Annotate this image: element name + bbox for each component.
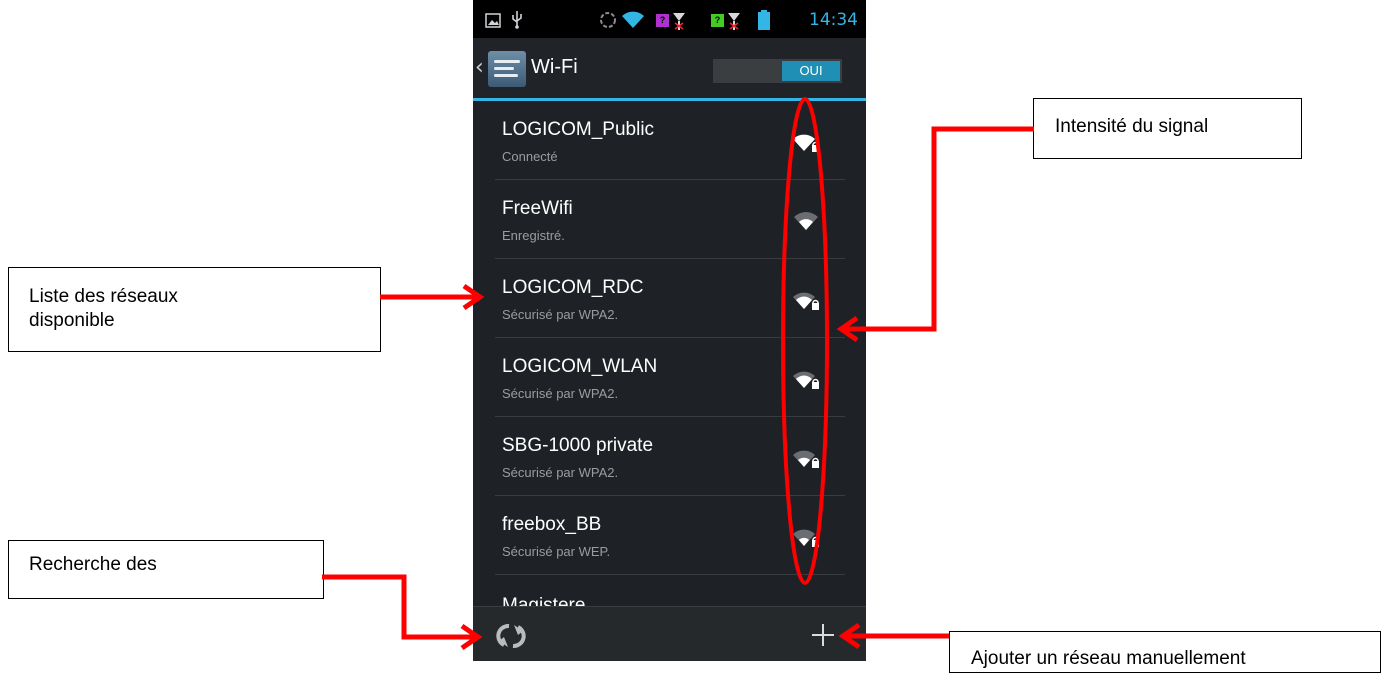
network-name: LOGICOM_RDC bbox=[502, 277, 644, 298]
network-name: LOGICOM_Public bbox=[502, 119, 655, 140]
callout-text: Recherche des bbox=[29, 554, 157, 575]
battery-icon bbox=[758, 10, 770, 30]
gallery-icon bbox=[485, 13, 501, 28]
signal-arrow bbox=[843, 126, 1034, 332]
wifi-lock-icon bbox=[793, 450, 819, 468]
wifi-settings-app-icon[interactable] bbox=[488, 51, 526, 87]
phone-screen: ? ? 14:34 ‹ Wi-Fi OUI LOGICOM_Public Con… bbox=[473, 0, 866, 661]
network-name: freebox_BB bbox=[502, 514, 602, 535]
network-item[interactable]: freebox_BB Sécurisé par WEP. bbox=[473, 496, 866, 575]
signal-sim1-icon bbox=[673, 13, 685, 30]
clock: 14:34 bbox=[809, 10, 858, 30]
search-arrow bbox=[322, 574, 476, 640]
plus-icon[interactable] bbox=[811, 623, 835, 647]
network-item[interactable]: SBG-1000 private Sécurisé par WPA2. bbox=[473, 417, 866, 496]
refresh-icon[interactable] bbox=[495, 621, 527, 651]
sim1-badge: ? bbox=[656, 14, 669, 27]
callout-text: Liste des réseaux bbox=[29, 286, 178, 307]
signal-sim2-icon bbox=[728, 13, 740, 30]
bottom-bar bbox=[473, 606, 866, 661]
callout-add-network: Ajouter un réseau manuellement bbox=[949, 631, 1381, 673]
wifi-toggle-on-label: OUI bbox=[782, 61, 840, 81]
wifi-lock-icon bbox=[793, 134, 819, 152]
network-status: Sécurisé par WPA2. bbox=[502, 465, 619, 480]
callout-signal-strength: Intensité du signal bbox=[1033, 98, 1302, 159]
network-name: LOGICOM_WLAN bbox=[502, 356, 658, 377]
network-status: Sécurisé par WPA2. bbox=[502, 307, 619, 322]
wifi-lock-icon bbox=[793, 529, 819, 547]
network-status: Sécurisé par WEP. bbox=[502, 544, 611, 559]
callout-network-list: Liste des réseaux disponible bbox=[8, 267, 381, 352]
status-bar: ? ? 14:34 bbox=[473, 0, 866, 38]
page-title: Wi-Fi bbox=[531, 56, 578, 78]
network-item[interactable]: LOGICOM_Public Connecté bbox=[473, 101, 866, 180]
divider bbox=[495, 574, 845, 575]
callout-search: Recherche des bbox=[8, 540, 324, 599]
wifi-status-icon bbox=[622, 11, 644, 28]
sim2-badge: ? bbox=[711, 14, 724, 27]
wifi-toggle[interactable]: OUI bbox=[713, 59, 842, 83]
network-item[interactable]: LOGICOM_RDC Sécurisé par WPA2. bbox=[473, 259, 866, 338]
network-name: FreeWifi bbox=[502, 198, 573, 219]
wifi-lock-icon bbox=[793, 292, 819, 310]
network-status: Enregistré. bbox=[502, 228, 565, 243]
callout-text: disponible bbox=[29, 310, 115, 331]
network-name: SBG-1000 private bbox=[502, 435, 654, 456]
callout-text: Ajouter un réseau manuellement bbox=[971, 648, 1246, 669]
network-status: Connecté bbox=[502, 149, 558, 164]
usb-icon bbox=[512, 11, 522, 29]
network-item[interactable]: LOGICOM_WLAN Sécurisé par WPA2. bbox=[473, 338, 866, 417]
action-bar: ‹ Wi-Fi OUI bbox=[473, 38, 866, 101]
network-item[interactable]: FreeWifi Enregistré. bbox=[473, 180, 866, 259]
wifi-icon bbox=[794, 212, 818, 230]
rotation-icon bbox=[600, 12, 616, 28]
network-status: Sécurisé par WPA2. bbox=[502, 386, 619, 401]
back-chevron-icon[interactable]: ‹ bbox=[475, 55, 484, 80]
callout-text: Intensité du signal bbox=[1055, 116, 1209, 137]
wifi-lock-icon bbox=[793, 371, 819, 389]
